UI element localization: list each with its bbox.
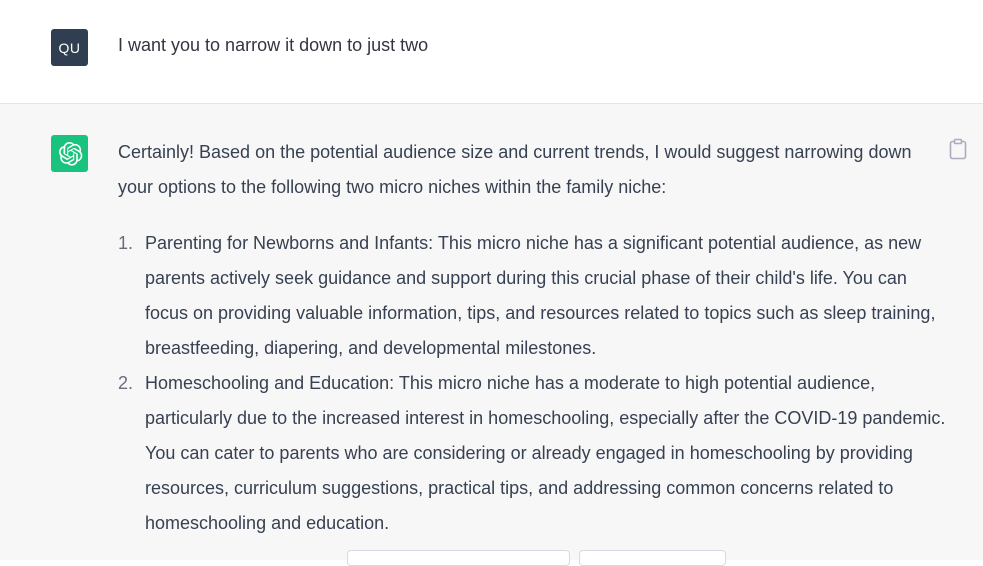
user-message-text: I want you to narrow it down to just two (118, 35, 429, 55)
assistant-message-content: Certainly! Based on the potential audien… (118, 135, 948, 541)
user-message-row: QU I want you to narrow it down to just … (0, 0, 983, 104)
assistant-message-row: Certainly! Based on the potential audien… (0, 104, 983, 560)
list-item-number: 2. (118, 373, 134, 393)
user-avatar: QU (51, 29, 88, 66)
list-item: 1. Parenting for Newborns and Infants: T… (118, 226, 948, 366)
answer-intro: Certainly! Based on the potential audien… (118, 142, 912, 197)
continue-button[interactable] (579, 550, 726, 566)
regenerate-button[interactable] (347, 550, 570, 566)
clipboard-icon[interactable] (949, 138, 967, 160)
assistant-avatar (51, 135, 88, 172)
openai-logo-icon (58, 141, 82, 166)
list-item-text: Homeschooling and Education: This micro … (145, 373, 946, 533)
suggestion-list: 1. Parenting for Newborns and Infants: T… (118, 226, 948, 541)
list-item-number: 1. (118, 233, 134, 253)
list-item-text: Parenting for Newborns and Infants: This… (145, 233, 936, 358)
list-item: 2. Homeschooling and Education: This mic… (118, 366, 948, 541)
